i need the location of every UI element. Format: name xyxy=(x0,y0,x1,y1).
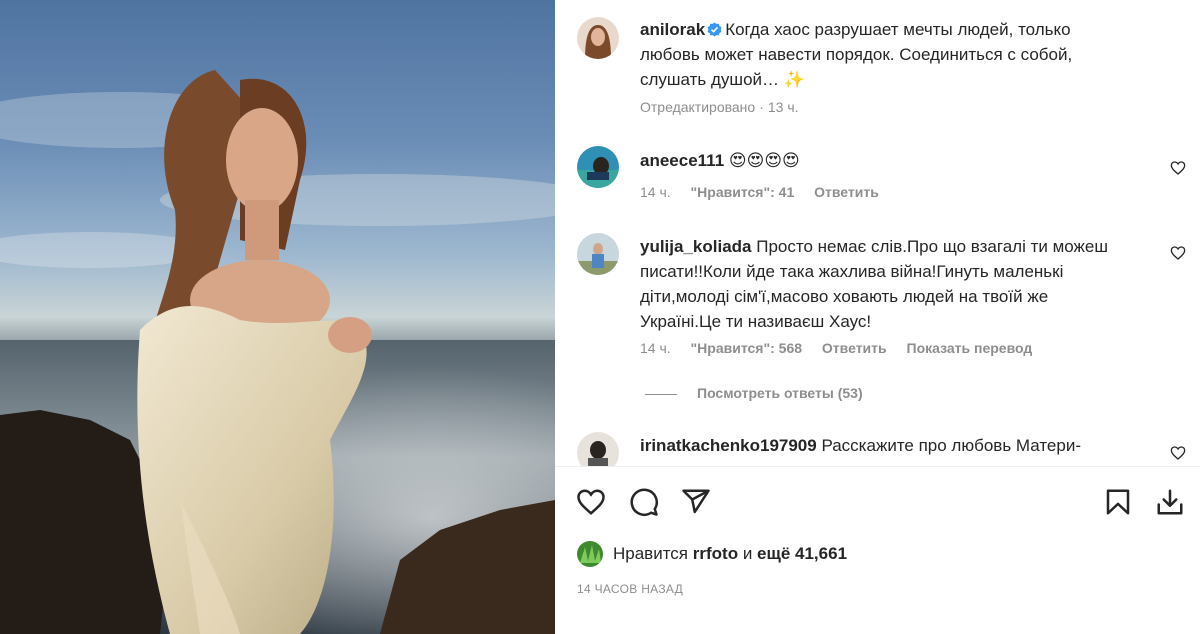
bookmark-icon[interactable] xyxy=(1103,487,1133,517)
posted-time[interactable]: 14 ЧАСОВ НАЗАД xyxy=(577,582,683,596)
heart-icon[interactable] xyxy=(1170,160,1186,176)
likes-and: и xyxy=(742,544,753,563)
edited-label: Отредактировано xyxy=(640,99,756,115)
show-translation-button[interactable]: Показать перевод xyxy=(907,340,1033,356)
comment-username[interactable]: aneece111 xyxy=(640,151,724,170)
comment-actions: 14 ч. "Нравится": 41 Ответить xyxy=(640,184,895,200)
comment-irinatkachenko197909: irinatkachenko197909 Расскажите про любо… xyxy=(640,433,1120,458)
verified-badge-icon xyxy=(707,22,722,37)
author-avatar[interactable] xyxy=(577,17,619,59)
comment-time[interactable]: 14 ч. xyxy=(640,184,671,200)
liker-username[interactable]: rrfoto xyxy=(693,544,738,563)
view-replies-button[interactable]: Посмотреть ответы (53) xyxy=(645,385,863,401)
actions-divider xyxy=(555,466,1200,467)
comment-body: 😍😍😍😍 xyxy=(728,151,800,170)
comment-time[interactable]: 14 ч. xyxy=(640,340,671,356)
photo-illustration xyxy=(0,70,555,634)
reply-button[interactable]: Ответить xyxy=(814,184,879,200)
heart-icon[interactable] xyxy=(576,487,606,517)
likes-others-count[interactable]: ещё 41,661 xyxy=(757,544,847,563)
reply-button[interactable]: Ответить xyxy=(822,340,887,356)
comment-avatar[interactable] xyxy=(577,233,619,275)
comment-likes-count[interactable]: "Нравится": 41 xyxy=(691,184,795,200)
comment-yulija-koliada: yulija_koliada Просто немає слів.Про що … xyxy=(640,234,1120,334)
view-replies-label: Посмотреть ответы (53) xyxy=(697,385,863,401)
comment-body: Расскажите про любовь Матери- xyxy=(821,436,1081,455)
post-caption: anilorak Когда хаос разрушает мечты людей… xyxy=(640,17,1115,92)
liker-avatar[interactable] xyxy=(577,541,603,567)
heart-icon[interactable] xyxy=(1170,445,1186,461)
replies-divider-line xyxy=(645,393,677,395)
post-panel: anilorak Когда хаос разрушает мечты людей… xyxy=(555,0,1200,634)
post-photo[interactable] xyxy=(0,0,555,634)
comment-username[interactable]: irinatkachenko197909 xyxy=(640,436,817,455)
post-meta: Отредактировано · 13 ч. xyxy=(640,99,799,115)
post-time[interactable]: 13 ч. xyxy=(768,99,799,115)
comment-icon[interactable] xyxy=(629,487,659,517)
comment-avatar[interactable] xyxy=(577,146,619,188)
comment-aneece111: aneece111 😍😍😍😍 xyxy=(640,148,1120,173)
download-icon[interactable] xyxy=(1155,487,1185,517)
heart-icon[interactable] xyxy=(1170,245,1186,261)
likes-prefix: Нравится xyxy=(613,544,689,563)
comments-scroll-area[interactable]: anilorak Когда хаос разрушает мечты людей… xyxy=(555,0,1200,466)
author-username[interactable]: anilorak xyxy=(640,20,705,39)
share-icon[interactable] xyxy=(681,487,711,517)
comment-avatar[interactable] xyxy=(577,432,619,466)
comment-likes-count[interactable]: "Нравится": 568 xyxy=(691,340,802,356)
comment-username[interactable]: yulija_koliada xyxy=(640,237,752,256)
comment-actions: 14 ч. "Нравится": 568 Ответить Показать … xyxy=(640,340,1048,356)
